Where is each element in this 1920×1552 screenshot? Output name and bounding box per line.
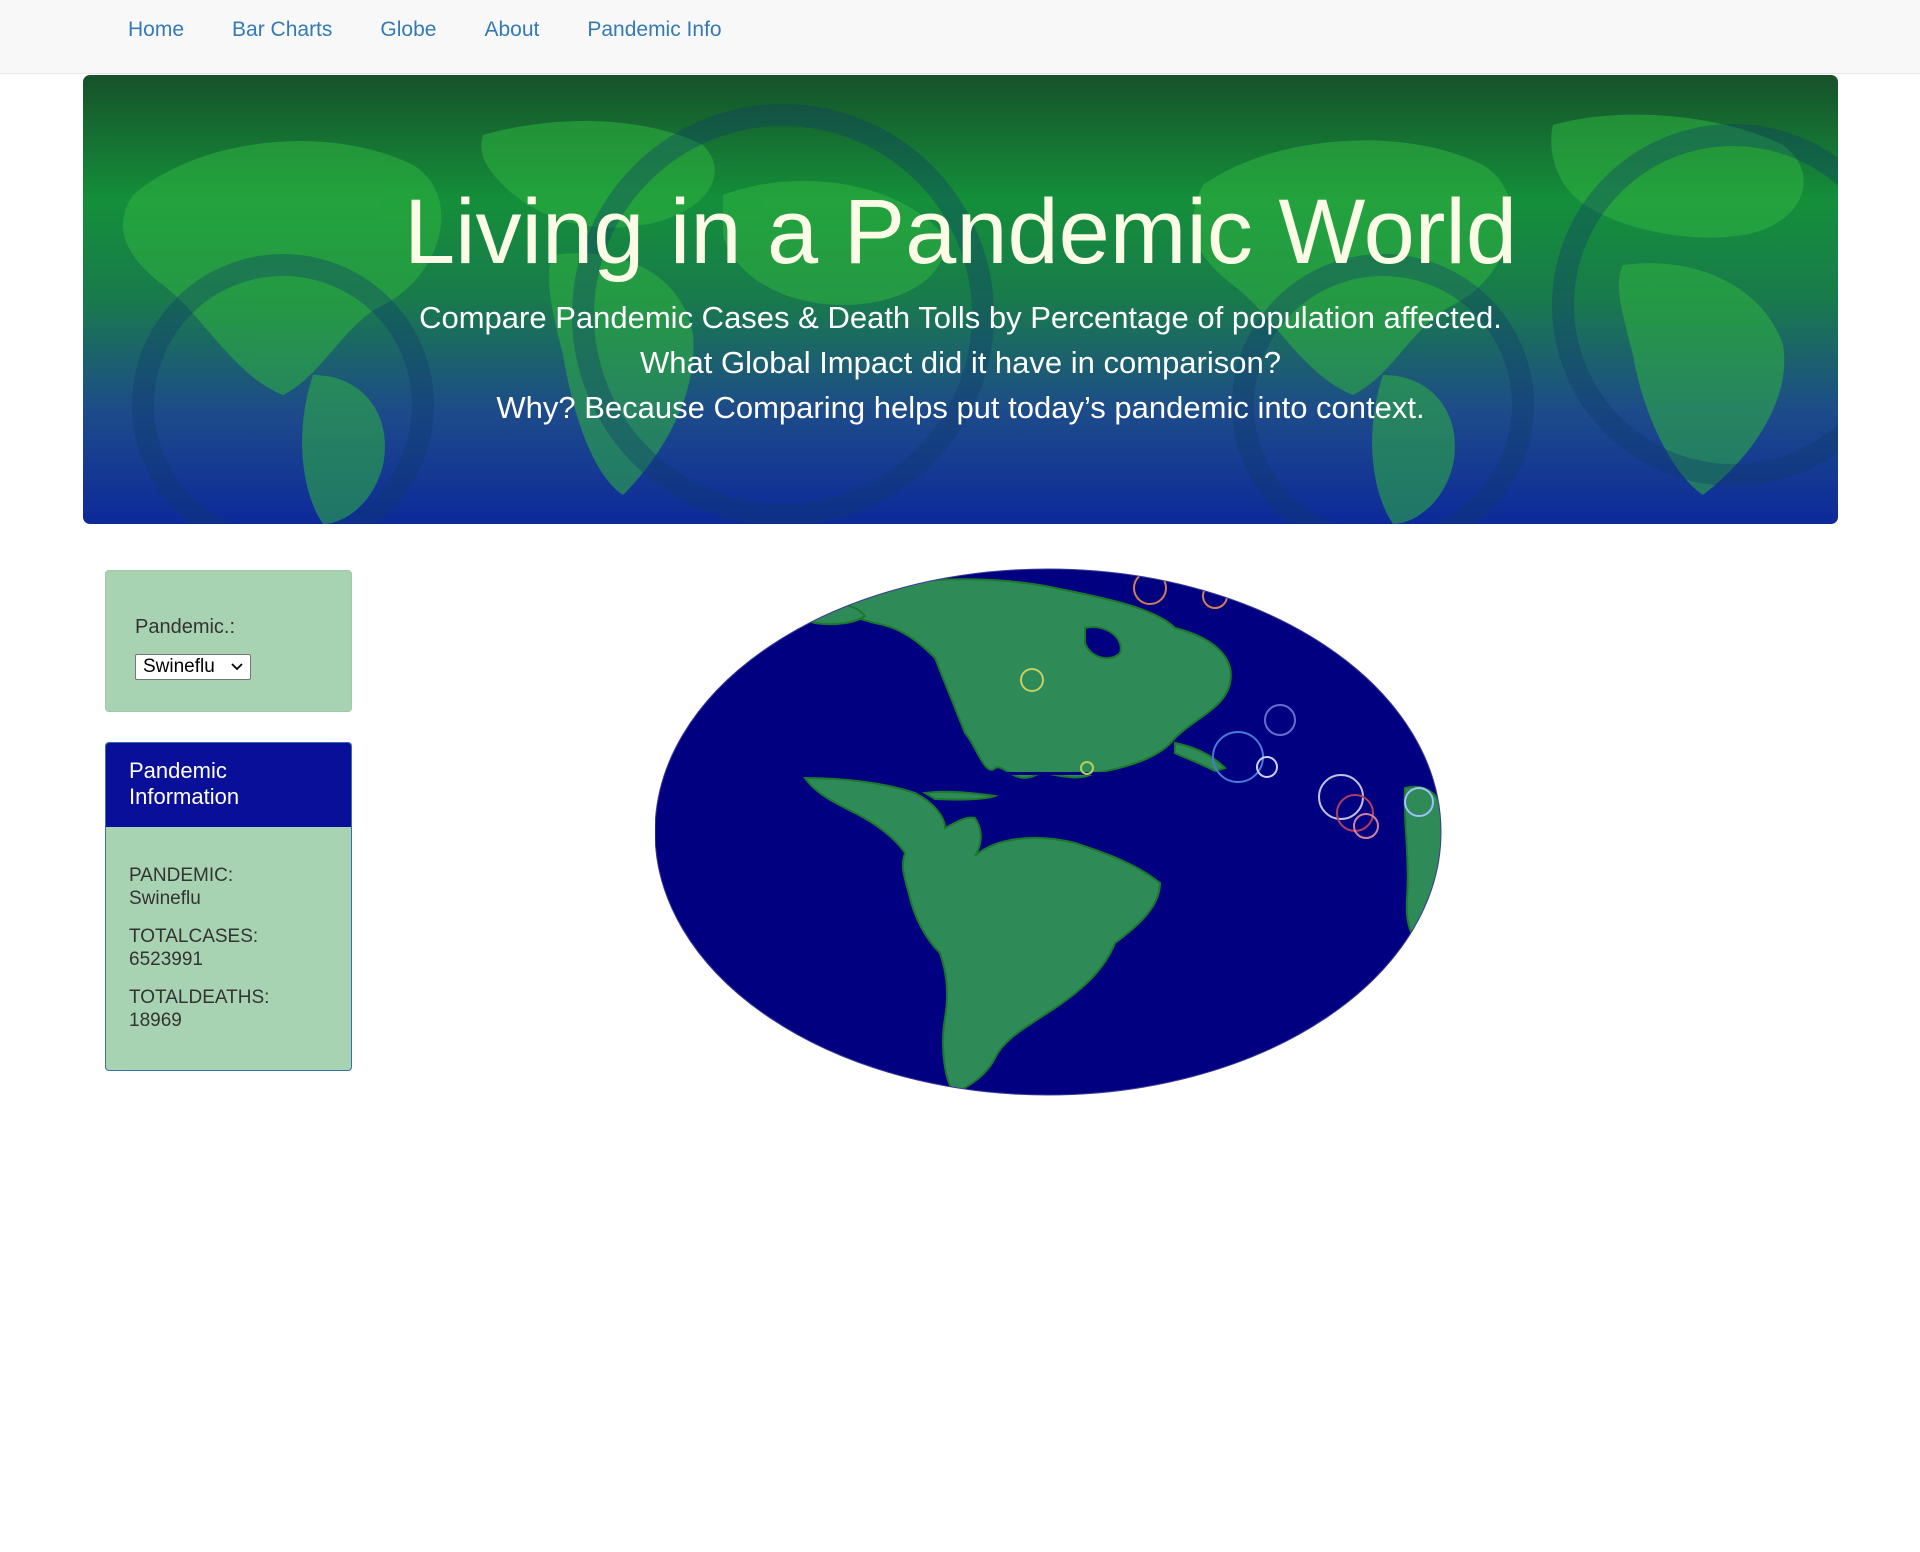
hero-title: Living in a Pandemic World [403,181,1518,283]
pandemic-info-panel: Pandemic Information PANDEMIC: Swineflu … [105,742,352,1071]
nav-bar-charts-link[interactable]: Bar Charts [208,0,356,60]
globe-canvas[interactable] [654,568,1445,1096]
pandemic-select-dropdown[interactable]: Swineflu [135,654,251,680]
globe-map[interactable] [654,568,1445,1096]
nav-globe-link[interactable]: Globe [356,0,460,60]
top-navbar: Home Bar Charts Globe About Pandemic Inf… [0,0,1920,74]
nav-pandemic-info-link[interactable]: Pandemic Info [563,0,745,60]
hero-subtitle-line-1: Compare Pandemic Cases & Death Tolls by … [419,300,1502,335]
globe-land-africa-edge [1403,785,1441,942]
pandemic-info-body: PANDEMIC: Swineflu TOTALCASES: 6523991 T… [106,827,351,1032]
hero-banner: Living in a Pandemic World Compare Pande… [83,75,1838,524]
info-item-totalcases: TOTALCASES: 6523991 [129,925,328,971]
pandemic-selector-label: Pandemic.: [135,616,236,638]
hero-subtitle-line-2: What Global Impact did it have in compar… [640,345,1281,380]
info-value: Swineflu [129,888,201,909]
info-item-pandemic: PANDEMIC: Swineflu [129,864,328,910]
nav-list: Home Bar Charts Globe About Pandemic Inf… [104,0,746,60]
info-key: TOTALCASES: [129,926,259,947]
info-key: TOTALDEATHS: [129,987,270,1008]
info-value: 18969 [129,1010,182,1031]
info-value: 6523991 [129,949,203,970]
pandemic-select-value: Swineflu [143,656,215,677]
globe-seam [655,772,1441,775]
chevron-down-icon [230,655,244,687]
hero-subtitle-line-3: Why? Because Comparing helps put today’s… [496,390,1425,425]
info-key: PANDEMIC: [129,865,234,886]
pandemic-info-heading: Pandemic Information [106,743,351,827]
info-item-totaldeaths: TOTALDEATHS: 18969 [129,986,328,1032]
nav-home-link[interactable]: Home [104,0,208,60]
nav-about-link[interactable]: About [460,0,563,60]
pandemic-selector-well: Pandemic.: Swineflu [105,570,352,712]
